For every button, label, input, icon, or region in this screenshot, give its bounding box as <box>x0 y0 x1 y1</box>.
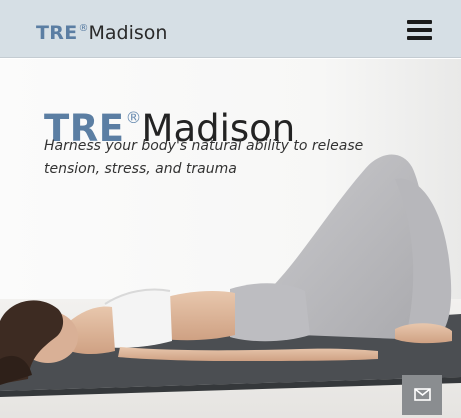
hamburger-menu-icon[interactable] <box>407 20 432 40</box>
site-logo[interactable]: TRE®Madison <box>36 17 167 45</box>
hips <box>230 283 310 342</box>
hero-section: TRE®Madison Harness your body's natural … <box>0 59 461 418</box>
site-header: TRE®Madison <box>0 0 461 58</box>
logo-registered-mark: ® <box>78 23 89 34</box>
menu-bar-top <box>407 20 432 24</box>
contact-mail-button[interactable] <box>402 375 442 415</box>
logo-madison-text: Madison <box>88 22 168 44</box>
hero-tagline: Harness your body's natural ability to r… <box>44 138 364 177</box>
hero-logo-registered: ® <box>125 108 142 127</box>
envelope-icon <box>414 388 431 401</box>
menu-bar-bottom <box>407 36 432 40</box>
logo-tre-text: TRE <box>36 22 78 44</box>
menu-bar-middle <box>407 28 432 32</box>
